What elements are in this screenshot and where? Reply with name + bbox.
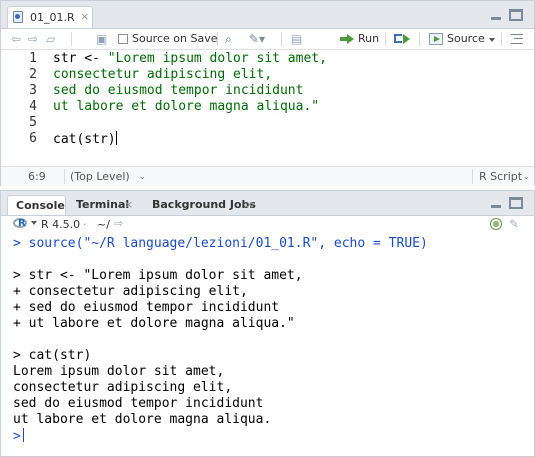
minimize-icon[interactable] [489, 197, 503, 209]
chevron-down-icon: ⌄ [139, 172, 146, 181]
status-divider [472, 169, 473, 184]
chevron-down-icon[interactable] [31, 221, 37, 225]
scope-selector[interactable]: (Top Level) [70, 170, 130, 183]
line-number-gutter: 1 2 3 4 5 6 [1, 50, 43, 166]
tab-terminal[interactable]: Terminal × [69, 195, 141, 215]
run-button[interactable]: Run [358, 32, 379, 45]
clear-console-icon[interactable]: ✎ [509, 217, 519, 231]
tab-label: Console [16, 199, 65, 212]
tab-label: Terminal [76, 198, 130, 211]
code-token: cat(str) [53, 132, 116, 147]
code-string: "Lorem ipsum dolor sit amet, [107, 51, 327, 66]
source-on-save-label: Source on Save [132, 32, 218, 45]
console-line: + ut labore et dolore magna aliqua." [13, 316, 295, 331]
code-editor[interactable]: 1 2 3 4 5 6 str <- "Lorem ipsum dolor si… [1, 50, 534, 166]
console-line: Lorem ipsum dolor sit amet, [13, 364, 225, 379]
code-token: str <- [53, 51, 108, 66]
line-number: 3 [29, 83, 37, 98]
text-cursor [115, 131, 117, 145]
line-number: 2 [29, 67, 37, 82]
console-pane: Console Terminal × Background Jobs × R R… [0, 190, 535, 457]
code-line: ut labore et dolore magna aliqua." [53, 99, 319, 114]
toolbar-divider [419, 32, 420, 46]
line-number: 1 [29, 51, 37, 66]
console-line: + consectetur adipiscing elit, [13, 284, 248, 299]
maximize-icon[interactable] [509, 9, 523, 21]
separator-dot: · [83, 218, 87, 231]
code-string: sed do eiusmod tempor incididunt [53, 83, 304, 98]
run-icon[interactable] [340, 34, 354, 44]
toolbar-divider [217, 32, 218, 46]
editor-tab-01-01[interactable]: 01_01.R × [7, 6, 93, 28]
console-line: > cat(str) [13, 348, 92, 363]
console-line: > str <- "Lorem ipsum dolor sit amet, [13, 268, 303, 283]
prompt-symbol: > [13, 429, 21, 444]
outline-icon[interactable] [511, 34, 523, 44]
console-line: consectetur adipiscing elit, [13, 380, 233, 395]
code-tools-icon[interactable]: ✎▾ [249, 32, 265, 46]
toolbar-divider [281, 32, 282, 46]
console-prompt[interactable]: > [13, 428, 24, 444]
r-logo-icon: R [13, 218, 29, 230]
tab-console[interactable]: Console [7, 195, 66, 215]
code-string: ut labore et dolore magna aliqua." [53, 99, 320, 114]
code-line: consectetur adipiscing elit, [53, 67, 272, 82]
close-tab-icon[interactable]: × [124, 198, 133, 211]
line-number: 6 [29, 131, 37, 146]
line-number: 4 [29, 99, 37, 114]
back-icon[interactable]: ⇦ [11, 32, 21, 46]
code-line: sed do eiusmod tempor incididunt [53, 83, 303, 98]
console-info-bar: R R 4.5.0 · ~/ ⇨ ✎ [1, 216, 534, 234]
source-button[interactable]: Source [447, 32, 485, 45]
source-editor-pane: 01_01.R × ⇦ ⇨ ▱ ▣ Source on Save ⌕ ✎▾ ▤ … [0, 0, 535, 186]
console-line: + sed do eiusmod tempor incididunt [13, 300, 280, 315]
text-cursor [22, 428, 24, 442]
console-line: sed do eiusmod tempor incididunt [13, 396, 264, 411]
toolbar-divider [385, 32, 386, 46]
rerun-icon[interactable] [394, 33, 412, 45]
code-line: cat(str) [53, 131, 117, 147]
status-divider [64, 169, 65, 184]
toolbar-divider [71, 32, 72, 46]
console-tab-bar: Console Terminal × Background Jobs × [1, 191, 534, 216]
tab-label: Background Jobs [152, 198, 256, 211]
code-string: consectetur adipiscing elit, [53, 67, 273, 82]
go-to-directory-icon[interactable]: ⇨ [114, 217, 123, 230]
editor-tab-label: 01_01.R [30, 11, 75, 24]
tab-background-jobs[interactable]: Background Jobs × [145, 195, 263, 215]
minimize-icon[interactable] [489, 9, 503, 21]
source-on-save-checkbox[interactable] [118, 34, 128, 44]
compile-report-icon[interactable]: ▤ [291, 32, 302, 46]
source-icon[interactable] [429, 33, 443, 45]
editor-tab-bar: 01_01.R × [1, 1, 534, 29]
environment-icon[interactable] [490, 218, 502, 230]
save-icon[interactable]: ▣ [96, 32, 107, 46]
console-line: > source("~/R language/lezioni/01_01.R",… [13, 236, 428, 251]
show-in-window-icon[interactable]: ▱ [46, 32, 55, 46]
code-line: str <- "Lorem ipsum dolor sit amet, [53, 51, 327, 66]
cursor-position: 6:9 [28, 170, 46, 183]
toolbar-divider [501, 32, 502, 46]
source-dropdown-icon[interactable] [489, 38, 495, 42]
file-type-selector[interactable]: R Script [479, 170, 522, 183]
working-directory: ~/ [97, 218, 110, 231]
search-icon[interactable]: ⌕ [225, 32, 232, 46]
r-file-icon [13, 11, 23, 23]
maximize-icon[interactable] [509, 197, 523, 209]
forward-icon[interactable]: ⇨ [28, 32, 38, 46]
r-version: R 4.5.0 [41, 218, 81, 231]
console-line: ut labore et dolore magna aliqua. [13, 412, 272, 427]
line-number: 5 [29, 115, 37, 130]
editor-toolbar: ⇦ ⇨ ▱ ▣ Source on Save ⌕ ✎▾ ▤ Run Source [1, 29, 534, 50]
chevron-down-icon: ⌄ [523, 172, 530, 181]
editor-status-bar: 6:9 (Top Level) ⌄ R Script ⌄ [1, 166, 534, 186]
close-tab-icon[interactable]: × [245, 198, 254, 211]
close-tab-icon[interactable]: × [80, 10, 89, 23]
